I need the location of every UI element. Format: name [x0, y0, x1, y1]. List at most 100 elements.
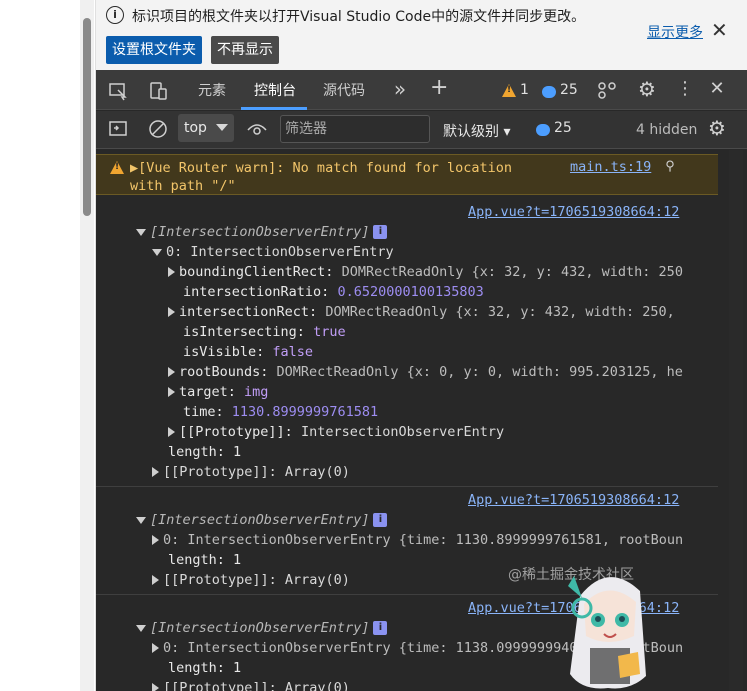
collapse-triangle-icon[interactable] [152, 575, 159, 585]
property-row[interactable]: target: img [168, 382, 268, 402]
log-level-label: 默认级别 [443, 124, 499, 140]
warning-icon[interactable] [502, 84, 516, 97]
message-divider [96, 486, 718, 487]
property-row[interactable]: intersectionRect: DOMRectReadOnly {x: 32… [168, 302, 675, 322]
prototype-label: [[Prototype]]: Array(0) [163, 680, 350, 691]
chevron-down-icon [216, 124, 228, 131]
array-length: length: 1 [168, 550, 241, 570]
more-options-icon[interactable]: ⋮ [676, 79, 694, 99]
devtools-toolbar: 元素 控制台 源代码 » + 1 25 ⚙ ⋮ ✕ [96, 70, 747, 110]
property-row[interactable]: [[Prototype]]: IntersectionObserverEntry [168, 422, 504, 442]
entry-item-0[interactable]: 0: IntersectionObserverEntry {time: 1130… [152, 530, 683, 550]
console-settings-gear-icon[interactable]: ⚙ [706, 118, 728, 138]
expand-triangle-icon[interactable] [152, 248, 162, 256]
hidden-count[interactable]: 4 hidden [636, 122, 697, 138]
filter-message-icon[interactable] [536, 124, 550, 136]
warning-count[interactable]: 1 [520, 82, 529, 98]
array-prototype[interactable]: [[Prototype]]: Array(0) [152, 678, 350, 691]
set-root-folder-button[interactable]: 设置根文件夹 [106, 36, 202, 64]
property-key: boundingClientRect: [179, 264, 334, 280]
log-level-dropdown[interactable]: 默认级别 ▾ [443, 121, 510, 141]
warning-line-2: with path "/" [130, 178, 236, 194]
router-warning-message[interactable]: ▶[Vue Router warn]: No match found for l… [96, 154, 718, 195]
collapse-triangle-icon[interactable] [168, 367, 175, 377]
array-header-label: [IntersectionObserverEntry] [150, 512, 370, 528]
entry-item-0[interactable]: 0: IntersectionObserverEntry [152, 242, 394, 262]
inspect-element-icon[interactable] [108, 81, 128, 106]
length-label: length: 1 [168, 660, 242, 676]
network-icon[interactable] [596, 80, 618, 105]
sidebar-toggle-icon[interactable] [108, 120, 128, 143]
property-row[interactable]: boundingClientRect: DOMRectReadOnly {x: … [168, 262, 683, 282]
property-key: [[Prototype]]: [179, 424, 293, 440]
close-devtools-icon[interactable]: ✕ [708, 79, 726, 99]
array-length: length: 1 [168, 658, 241, 678]
array-header[interactable]: [IntersectionObserverEntry] i [136, 222, 388, 242]
property-row: time: 1130.8999999761581 [183, 402, 378, 422]
context-select[interactable]: top [178, 114, 234, 142]
entry-source-link[interactable]: App.vue?t=1706519308664:12 [468, 204, 679, 220]
mascot-character-image [568, 576, 646, 689]
array-header[interactable]: [IntersectionObserverEntry] i [136, 618, 388, 638]
collapse-triangle-icon[interactable] [168, 427, 175, 437]
collapse-triangle-icon[interactable] [152, 535, 159, 545]
show-more-link[interactable]: 显示更多 [647, 22, 703, 42]
property-value: DOMRectReadOnly {x: 0, y: 0, width: 995.… [276, 364, 683, 380]
property-row: isVisible: false [183, 342, 313, 362]
entry-source-link[interactable]: App.vue?t=1706519308664:12 [468, 492, 679, 508]
info-badge-icon[interactable]: i [373, 513, 388, 527]
property-value: true [313, 324, 346, 340]
console-scrollbar[interactable] [729, 150, 743, 691]
entry-item-label: 0: IntersectionObserverEntry [166, 244, 394, 260]
more-tabs-icon[interactable]: » [392, 79, 408, 99]
active-tab-indicator [241, 107, 307, 110]
collapse-triangle-icon[interactable] [168, 267, 175, 277]
filter-message-count[interactable]: 25 [554, 120, 572, 136]
collapse-triangle-icon[interactable] [152, 467, 159, 477]
message-count[interactable]: 25 [560, 82, 578, 98]
device-toolbar-icon[interactable] [148, 81, 168, 106]
expand-triangle-icon[interactable] [136, 516, 146, 524]
property-row[interactable]: rootBounds: DOMRectReadOnly {x: 0, y: 0,… [168, 362, 683, 382]
filter-input[interactable]: 筛选器 [280, 115, 430, 143]
collapse-triangle-icon[interactable] [152, 643, 159, 653]
search-icon[interactable]: ⚲ [662, 157, 678, 177]
add-tab-icon[interactable]: + [430, 77, 448, 99]
property-value: 0.6520000100135803 [337, 284, 484, 300]
property-key: isIntersecting: [183, 324, 305, 340]
page-scrollbar[interactable] [80, 0, 94, 691]
expand-triangle-icon[interactable] [136, 228, 146, 236]
length-label: length: 1 [168, 552, 242, 568]
info-badge-icon[interactable]: i [373, 621, 388, 635]
clear-console-icon[interactable] [148, 119, 168, 144]
dont-show-again-button[interactable]: 不再显示 [211, 36, 279, 64]
collapse-triangle-icon[interactable] [168, 387, 175, 397]
collapse-triangle-icon[interactable] [168, 307, 175, 317]
prototype-label: [[Prototype]]: Array(0) [163, 572, 350, 588]
context-select-value: top [184, 120, 207, 136]
message-icon[interactable] [542, 86, 556, 98]
property-key: intersectionRatio: [183, 284, 330, 300]
length-label: length: 1 [168, 444, 242, 460]
array-header[interactable]: [IntersectionObserverEntry] i [136, 510, 388, 530]
property-value: img [244, 384, 269, 400]
property-key: rootBounds: [179, 364, 269, 380]
settings-gear-icon[interactable]: ⚙ [636, 79, 658, 99]
expand-triangle-icon[interactable] [136, 624, 146, 632]
array-header-label: [IntersectionObserverEntry] [150, 224, 370, 240]
tab-console[interactable]: 控制台 [254, 80, 296, 100]
warning-source-link[interactable]: main.ts:19 [570, 159, 651, 175]
property-row: isIntersecting: true [183, 322, 346, 342]
array-prototype[interactable]: [[Prototype]]: Array(0) [152, 462, 350, 482]
array-header-label: [IntersectionObserverEntry] [150, 620, 370, 636]
live-expression-eye-icon[interactable] [246, 120, 268, 143]
tab-sources[interactable]: 源代码 [323, 80, 365, 100]
info-badge-icon[interactable]: i [373, 225, 388, 239]
close-icon[interactable]: ✕ [711, 18, 728, 42]
collapse-triangle-icon[interactable] [152, 683, 159, 691]
property-value: DOMRectReadOnly {x: 32, y: 432, width: 2… [325, 304, 675, 320]
tab-elements[interactable]: 元素 [198, 80, 226, 100]
array-prototype[interactable]: [[Prototype]]: Array(0) [152, 570, 350, 590]
page-scrollbar-thumb[interactable] [83, 18, 91, 216]
property-value: DOMRectReadOnly {x: 32, y: 432, width: 2… [341, 264, 683, 280]
